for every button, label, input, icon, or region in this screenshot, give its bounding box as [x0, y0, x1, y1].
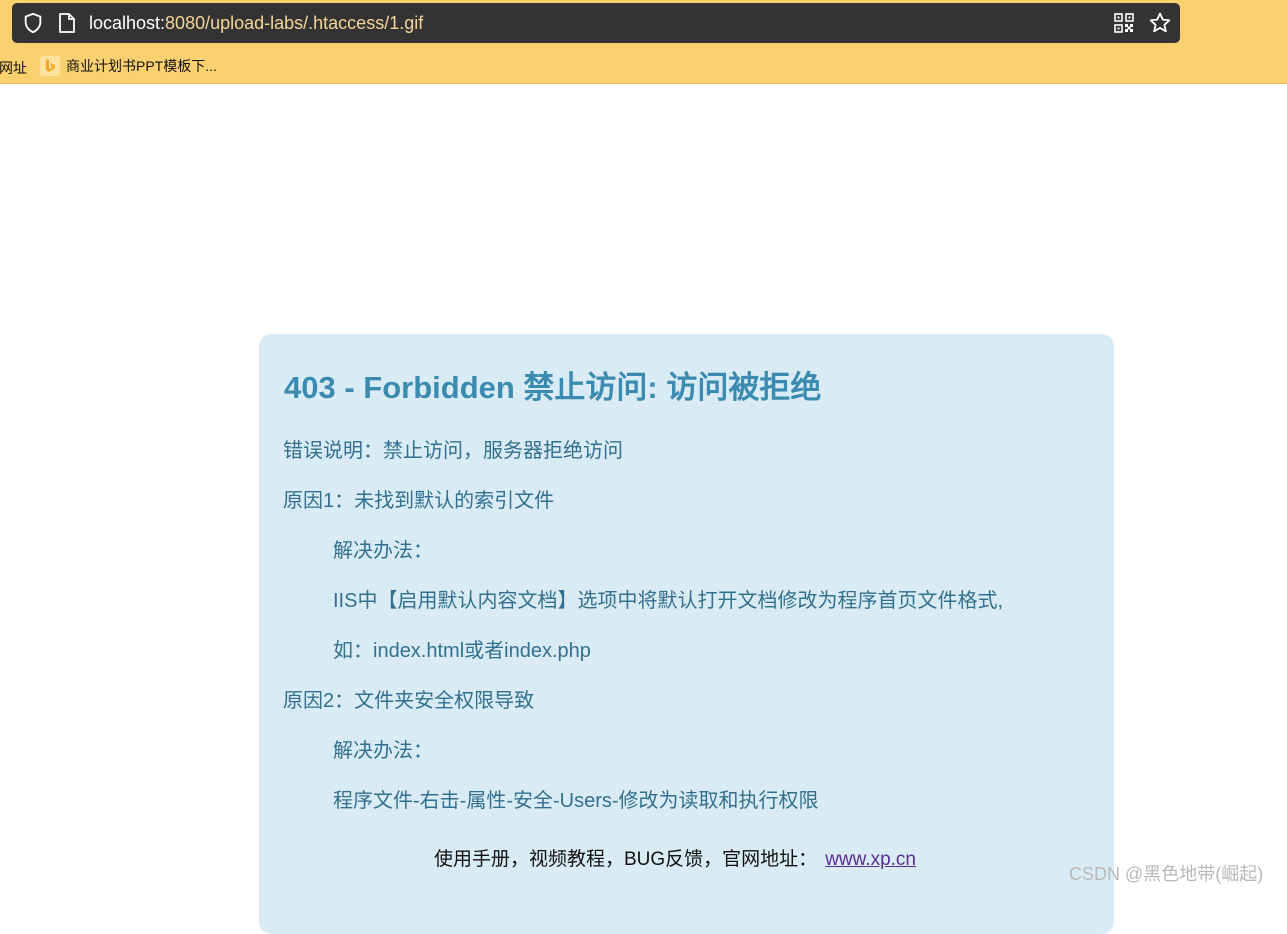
url-path: 8080/upload-labs/.htaccess/1.gif — [165, 13, 424, 33]
reason-1: 原因1：未找到默认的索引文件 — [283, 490, 555, 512]
bookmark-item[interactable]: 网址 — [0, 58, 27, 78]
reason-2: 原因2：文件夹安全权限导致 — [283, 690, 535, 712]
watermark: CSDN @黑色地带(崛起) — [1069, 864, 1264, 884]
solution-text: 程序文件-右击-属性-安全-Users-修改为读取和执行权限 — [333, 790, 819, 812]
address-bar[interactable]: localhost:8080/upload-labs/.htaccess/1.g… — [12, 3, 1180, 43]
shield-icon[interactable] — [22, 12, 44, 34]
footer: 使用手册，视频教程，BUG反馈，官网地址： www.xp.cn — [434, 844, 916, 871]
bookmark-item[interactable]: 商业计划书PPT模板下... — [40, 54, 217, 78]
solution-label: 解决办法： — [333, 540, 433, 562]
star-icon[interactable] — [1148, 11, 1172, 35]
footer-text: 使用手册，视频教程，BUG反馈，官网地址： — [434, 849, 818, 870]
solution-text: IIS中【启用默认内容文档】选项中将默认打开文档修改为程序首页文件格式, — [333, 590, 1004, 612]
bing-icon — [40, 56, 60, 76]
error-title: 403 - Forbidden 禁止访问: 访问被拒绝 — [284, 370, 822, 405]
browser-toolbar: localhost:8080/upload-labs/.htaccess/1.g… — [0, 0, 1287, 84]
qr-code-icon[interactable] — [1114, 13, 1134, 33]
solution-example: 如：index.html或者index.php — [333, 640, 591, 662]
error-description: 错误说明：禁止访问，服务器拒绝访问 — [283, 440, 623, 462]
bookmarks-bar: 网址 商业计划书PPT模板下... — [0, 54, 1287, 78]
error-panel: 403 - Forbidden 禁止访问: 访问被拒绝 错误说明：禁止访问，服务… — [259, 334, 1114, 934]
solution-label: 解决办法： — [333, 740, 433, 762]
page-icon[interactable] — [58, 13, 76, 33]
bookmark-label: 商业计划书PPT模板下... — [66, 58, 217, 74]
official-site-link[interactable]: www.xp.cn — [825, 849, 916, 870]
url-host: localhost: — [89, 13, 166, 33]
url-text[interactable]: localhost:8080/upload-labs/.htaccess/1.g… — [89, 12, 423, 34]
